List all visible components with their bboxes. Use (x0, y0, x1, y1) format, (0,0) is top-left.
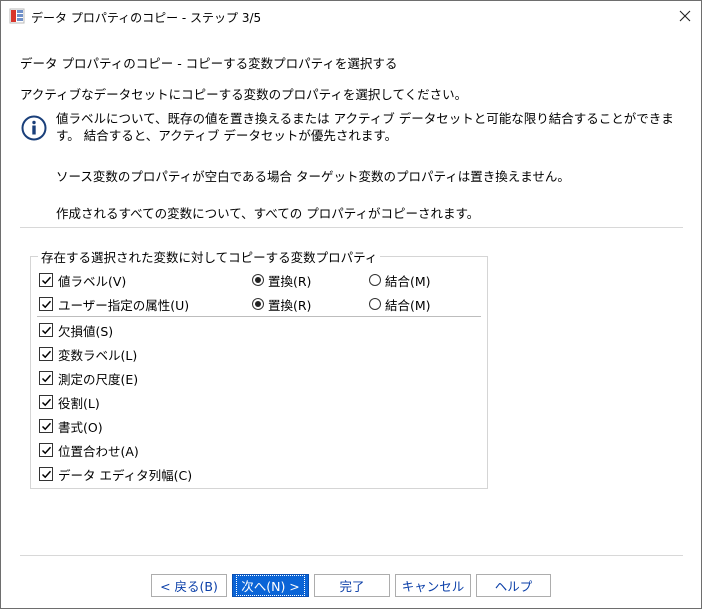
close-button[interactable] (669, 1, 701, 31)
header-separator (20, 227, 683, 228)
missing-values-checkbox[interactable]: 欠損値(S) (39, 321, 113, 339)
checkbox-box (39, 419, 53, 433)
custom-attributes-checkbox[interactable]: ユーザー指定の属性(U) (39, 295, 189, 313)
checkbox-box (39, 443, 53, 457)
format-checkbox[interactable]: 書式(O) (39, 417, 103, 435)
check-icon (41, 326, 51, 334)
cancel-button[interactable]: キャンセル (395, 574, 471, 597)
check-icon (41, 470, 51, 478)
checkbox-box (39, 297, 53, 311)
alignment-checkbox[interactable]: 位置合わせ(A) (39, 441, 139, 459)
check-icon (41, 422, 51, 430)
group-separator (37, 316, 481, 317)
title-bar: データ プロパティのコピー - ステップ 3/5 (1, 1, 701, 31)
custom-attributes-replace-label: 置換(R) (268, 297, 312, 313)
app-icon (9, 8, 25, 24)
window-title: データ プロパティのコピー - ステップ 3/5 (31, 11, 262, 25)
radio-unselected-icon (369, 298, 381, 310)
instruction-text: アクティブなデータセットにコピーする変数のプロパティを選択してください。 (20, 87, 468, 102)
alignment-label: 位置合わせ(A) (58, 443, 139, 459)
check-icon (41, 398, 51, 406)
value-labels-replace-radio[interactable]: 置換(R) (252, 271, 311, 289)
format-label: 書式(O) (58, 419, 103, 435)
custom-attributes-label: ユーザー指定の属性(U) (58, 297, 190, 313)
role-checkbox[interactable]: 役割(L) (39, 393, 100, 411)
radio-unselected-icon (369, 274, 381, 286)
check-icon (41, 374, 51, 382)
check-icon (41, 276, 51, 284)
custom-attributes-replace-radio[interactable]: 置換(R) (252, 295, 311, 313)
step-heading: データ プロパティのコピー - コピーする変数プロパティを選択する (20, 56, 398, 71)
copy-data-properties-dialog: データ プロパティのコピー - ステップ 3/5 データ プロパティのコピー -… (0, 0, 702, 609)
back-button[interactable]: < 戻る(B) (151, 574, 227, 597)
checkbox-box (39, 467, 53, 481)
next-button[interactable]: 次へ(N) > (232, 574, 309, 597)
checkbox-box (39, 323, 53, 337)
radio-selected-icon (252, 274, 264, 286)
checkbox-box (39, 273, 53, 287)
measurement-level-label: 測定の尺度(E) (58, 371, 139, 387)
value-labels-label: 値ラベル(V) (58, 273, 127, 289)
info-paragraph-value-labels: 値ラベルについて、既存の値を置き換えるまたは アクティブ データセットと可能な限… (56, 111, 674, 143)
next-button-label: 次へ(N) > (236, 575, 305, 596)
column-width-checkbox[interactable]: データ エディタ列幅(C) (39, 465, 192, 483)
value-labels-checkbox[interactable]: 値ラベル(V) (39, 271, 126, 289)
check-icon (41, 446, 51, 454)
role-label: 役割(L) (58, 395, 100, 411)
column-width-label: データ エディタ列幅(C) (58, 467, 193, 483)
radio-selected-icon (252, 298, 264, 310)
value-labels-merge-label: 結合(M) (385, 273, 431, 289)
checkbox-box (39, 347, 53, 361)
info-paragraph-new-variables: 作成されるすべての変数について、すべての プロパティがコピーされます。 (56, 206, 480, 221)
custom-attributes-merge-radio[interactable]: 結合(M) (369, 295, 431, 313)
custom-attributes-merge-label: 結合(M) (385, 297, 431, 313)
footer-separator (20, 555, 683, 556)
check-icon (41, 300, 51, 308)
missing-values-label: 欠損値(S) (58, 323, 114, 339)
info-icon (21, 115, 47, 141)
group-legend: 存在する選択された変数に対してコピーする変数プロパティ (38, 247, 381, 266)
info-paragraph-blank-source: ソース変数のプロパティが空白である場合 ターゲット変数のプロパティは置き換えませ… (56, 169, 570, 184)
value-labels-merge-radio[interactable]: 結合(M) (369, 271, 431, 289)
measurement-level-checkbox[interactable]: 測定の尺度(E) (39, 369, 138, 387)
variable-labels-label: 変数ラベル(L) (58, 347, 138, 363)
checkbox-box (39, 371, 53, 385)
check-icon (41, 350, 51, 358)
variable-labels-checkbox[interactable]: 変数ラベル(L) (39, 345, 137, 363)
value-labels-replace-label: 置換(R) (268, 273, 312, 289)
finish-button[interactable]: 完了 (314, 574, 390, 597)
checkbox-box (39, 395, 53, 409)
help-button[interactable]: ヘルプ (476, 574, 551, 597)
close-icon (679, 10, 691, 22)
